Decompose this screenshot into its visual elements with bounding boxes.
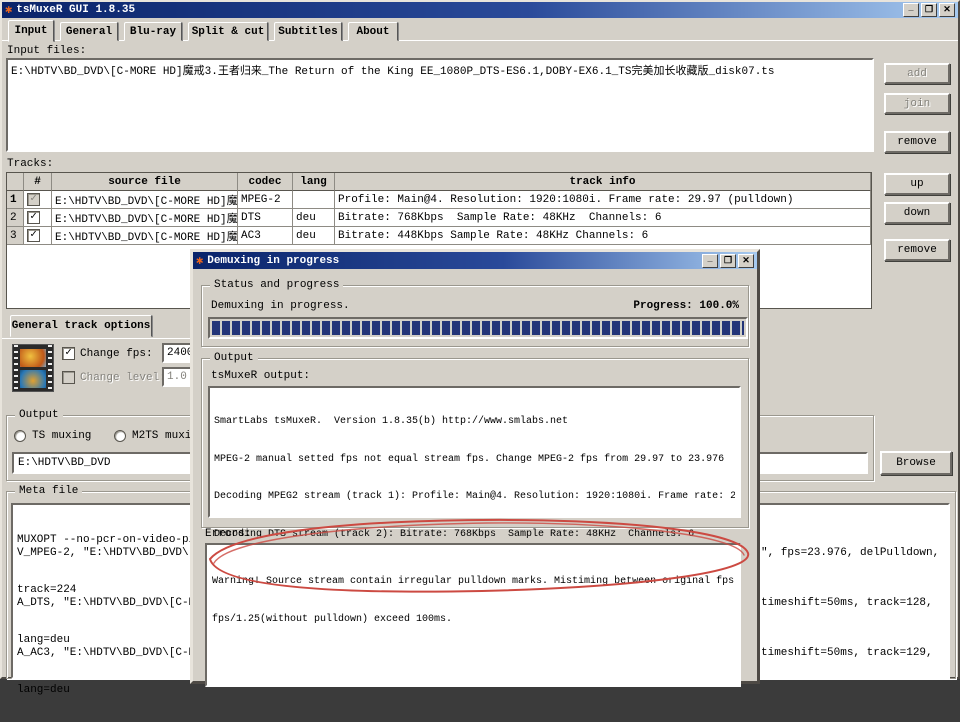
dialog-maximize-icon[interactable]: ❐ xyxy=(720,254,736,268)
tab-split-cut[interactable]: Split & cut xyxy=(188,22,268,41)
dialog-minimize-icon[interactable]: _ xyxy=(702,254,718,268)
output-group-label: Output xyxy=(15,409,63,421)
input-file-item[interactable]: E:\HDTV\BD_DVD\[C-MORE HD]魔戒3.王者归来_The R… xyxy=(11,62,869,78)
dialog-output-group-label: Output xyxy=(210,352,258,364)
track-info-cell[interactable]: Profile: Main@4. Resolution: 1920:1080i.… xyxy=(335,191,871,209)
track-info-cell[interactable]: Bitrate: 768Kbps Sample Rate: 48KHz Chan… xyxy=(335,209,871,227)
track-codec-cell[interactable]: MPEG-2 xyxy=(238,191,293,209)
tsmuxer-output-label: tsMuxeR output: xyxy=(211,370,310,382)
progress-bar xyxy=(208,317,748,339)
status-group-label: Status and progress xyxy=(210,279,343,291)
tab-about[interactable]: About xyxy=(348,22,398,41)
track-codec-cell[interactable]: DTS xyxy=(238,209,293,227)
demuxing-dialog: ✱ Demuxing in progress _ ❐ ✕ Status and … xyxy=(190,249,760,684)
tracks-label: Tracks: xyxy=(7,158,53,170)
browse-button[interactable]: Browse xyxy=(880,451,952,475)
col-rownum-header xyxy=(7,173,24,191)
col-codec-header[interactable]: codec xyxy=(238,173,293,191)
track-lang-cell[interactable]: deu xyxy=(293,227,335,245)
change-level-label: Change level: xyxy=(80,372,166,384)
track-lang-cell[interactable] xyxy=(293,191,335,209)
m2ts-muxing-radio[interactable] xyxy=(114,430,126,442)
input-files-label: Input files: xyxy=(7,45,86,57)
errors-label: Errors: xyxy=(205,528,251,540)
track-checkbox[interactable]: ✓ xyxy=(27,229,40,242)
dialog-close-icon[interactable]: ✕ xyxy=(738,254,754,268)
ts-muxing-label[interactable]: TS muxing xyxy=(32,430,91,442)
track-source-cell[interactable]: E:\HDTV\BD_DVD\[C-MORE HD]魔戒··· xyxy=(52,227,238,245)
tsmuxer-dialog-icon: ✱ xyxy=(196,255,203,267)
track-remove-button[interactable]: remove xyxy=(884,239,950,261)
dialog-titlebar[interactable]: ✱ Demuxing in progress _ ❐ ✕ xyxy=(193,252,757,269)
input-files-listbox[interactable]: E:\HDTV\BD_DVD\[C-MORE HD]魔戒3.王者归来_The R… xyxy=(6,58,874,152)
track-checkbox-cell: ✓ xyxy=(24,227,52,245)
track-up-button[interactable]: up xyxy=(884,173,950,195)
change-fps-field[interactable]: 24000 xyxy=(162,343,192,363)
track-source-cell[interactable]: E:\HDTV\BD_DVD\[C-MORE HD]魔戒··· xyxy=(52,191,238,209)
film-icon xyxy=(12,344,54,392)
status-text: Demuxing in progress. xyxy=(211,300,350,312)
track-source-cell[interactable]: E:\HDTV\BD_DVD\[C-MORE HD]魔戒··· xyxy=(52,209,238,227)
track-row-number[interactable]: 2 xyxy=(7,209,24,227)
join-button: join xyxy=(884,93,950,114)
progress-bar-fill xyxy=(212,321,744,335)
progress-percentage: Progress: 100.0% xyxy=(633,300,739,312)
dialog-title: Demuxing in progress xyxy=(207,255,339,267)
tab-input[interactable]: Input xyxy=(8,20,54,42)
tab-blu-ray[interactable]: Blu-ray xyxy=(124,22,182,41)
tsmuxer-main-window: ✱ tsMuxeR GUI 1.8.35 _ ❐ ✕ Input General… xyxy=(0,0,960,679)
ts-muxing-radio[interactable] xyxy=(14,430,26,442)
errors-textarea[interactable]: Warning! Source stream contain irregular… xyxy=(205,543,741,687)
track-codec-cell[interactable]: AC3 xyxy=(238,227,293,245)
track-down-button[interactable]: down xyxy=(884,202,950,224)
options-panel-edge xyxy=(2,338,192,339)
meta-file-label: Meta file xyxy=(15,485,82,497)
change-fps-checkbox[interactable]: ✓ xyxy=(62,347,75,360)
add-button: add xyxy=(884,63,950,84)
track-info-cell[interactable]: Bitrate: 448Kbps Sample Rate: 48KHz Chan… xyxy=(335,227,871,245)
tab-subtitles[interactable]: Subtitles xyxy=(274,22,342,41)
main-titlebar[interactable]: ✱ tsMuxeR GUI 1.8.35 _ ❐ ✕ xyxy=(2,2,958,18)
meta-text-right: ", fps=23.976, delPulldown, timeshift=50… xyxy=(761,509,939,722)
change-fps-label: Change fps: xyxy=(80,348,153,360)
change-level-field: 1.0 xyxy=(162,367,192,387)
tab-general[interactable]: General xyxy=(60,22,118,41)
col-num-header[interactable]: # xyxy=(24,173,52,191)
track-row-number[interactable]: 1 xyxy=(7,191,24,209)
tsmuxer-app-icon: ✱ xyxy=(5,4,12,16)
track-lang-cell[interactable]: deu xyxy=(293,209,335,227)
col-lang-header[interactable]: lang xyxy=(293,173,335,191)
track-checkbox: ✓ xyxy=(27,193,40,206)
tsmuxer-output-textarea[interactable]: SmartLabs tsMuxeR. Version 1.8.35(b) htt… xyxy=(208,386,741,518)
col-info-header[interactable]: track info xyxy=(335,173,871,191)
col-source-header[interactable]: source file xyxy=(52,173,238,191)
track-row-number[interactable]: 3 xyxy=(7,227,24,245)
minimize-icon[interactable]: _ xyxy=(903,3,919,17)
change-level-checkbox xyxy=(62,371,75,384)
restore-icon[interactable]: ❐ xyxy=(921,3,937,17)
main-window-title: tsMuxeR GUI 1.8.35 xyxy=(16,4,135,16)
remove-file-button[interactable]: remove xyxy=(884,131,950,153)
track-checkbox[interactable]: ✓ xyxy=(27,211,40,224)
track-checkbox-cell: ✓ xyxy=(24,209,52,227)
error-warning-text: Warning! Source stream contain irregular… xyxy=(212,551,734,651)
close-icon[interactable]: ✕ xyxy=(939,3,955,17)
tab-general-track-options[interactable]: General track options xyxy=(10,315,152,337)
track-checkbox-cell: ✓ xyxy=(24,191,52,209)
